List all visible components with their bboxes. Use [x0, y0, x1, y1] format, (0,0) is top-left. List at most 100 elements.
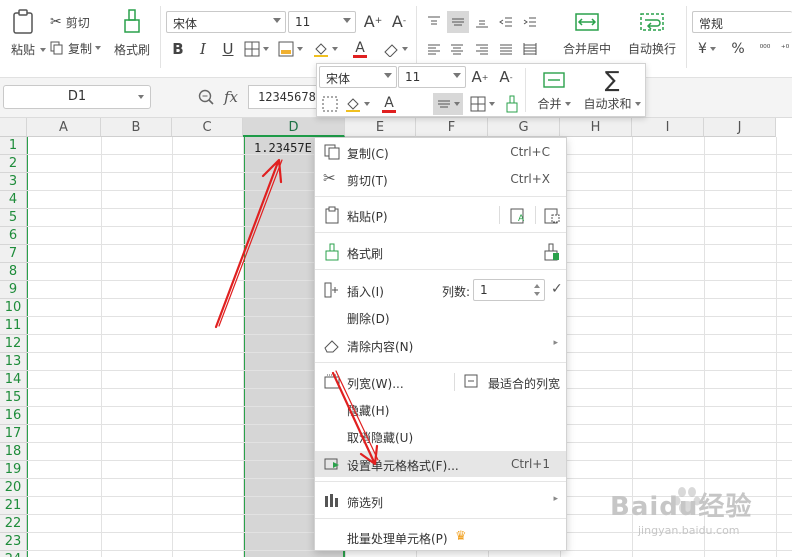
row-header-18[interactable]: 18: [0, 443, 27, 461]
row-header-3[interactable]: 3: [0, 173, 27, 191]
row-header-9[interactable]: 9: [0, 281, 27, 299]
menu-item-cut[interactable]: ✂ 剪切(T) Ctrl+X: [315, 166, 566, 192]
merge-center-button[interactable]: 合并居中: [552, 8, 622, 60]
outdent-icon[interactable]: [496, 11, 516, 33]
mini-decrease-font-icon[interactable]: A-: [495, 66, 517, 88]
row-header-15[interactable]: 15: [0, 389, 27, 407]
menu-item-delete[interactable]: 删除(D): [315, 304, 566, 330]
align-bottom-icon[interactable]: [472, 11, 492, 33]
fill-color-icon[interactable]: [310, 38, 340, 60]
column-count-stepper[interactable]: 1: [473, 279, 545, 301]
mini-fill-color-icon[interactable]: [343, 93, 371, 115]
row-header-8[interactable]: 8: [0, 263, 27, 281]
column-header-b[interactable]: B: [101, 118, 172, 137]
menu-item-filter[interactable]: 筛选列 ▸: [315, 488, 566, 514]
confirm-check-icon[interactable]: ✓: [551, 281, 563, 297]
row-header-2[interactable]: 2: [0, 155, 27, 173]
underline-button[interactable]: U: [218, 38, 238, 60]
column-header-i[interactable]: I: [632, 118, 704, 137]
column-header-d[interactable]: D: [243, 118, 345, 137]
row-header-11[interactable]: 11: [0, 317, 27, 335]
column-header-j[interactable]: J: [704, 118, 776, 137]
justify-icon[interactable]: [496, 38, 516, 60]
fx-icon[interactable]: fx: [220, 87, 242, 107]
mini-merge-button[interactable]: 合并: [531, 67, 577, 115]
align-middle-icon[interactable]: [447, 11, 469, 33]
row-header-12[interactable]: 12: [0, 335, 27, 353]
mini-border-icon[interactable]: [319, 93, 341, 115]
row-header-13[interactable]: 13: [0, 353, 27, 371]
row-header-23[interactable]: 23: [0, 533, 27, 551]
column-header-h[interactable]: H: [560, 118, 632, 137]
row-header-21[interactable]: 21: [0, 497, 27, 515]
row-header-4[interactable]: 4: [0, 191, 27, 209]
row-header-1[interactable]: 1: [0, 137, 27, 155]
align-center-icon[interactable]: [447, 38, 467, 60]
column-header-e[interactable]: E: [345, 118, 416, 137]
thousands-icon[interactable]: ⁰⁰⁰: [754, 38, 776, 60]
percent-button[interactable]: %: [728, 38, 748, 60]
row-header-6[interactable]: 6: [0, 227, 27, 245]
row-header-22[interactable]: 22: [0, 515, 27, 533]
paste-values-icon[interactable]: A: [509, 206, 527, 224]
mini-autosum-button[interactable]: ∑ 自动求和: [579, 67, 645, 115]
row-header-14[interactable]: 14: [0, 371, 27, 389]
align-top-icon[interactable]: [424, 11, 444, 33]
column-header-a[interactable]: A: [27, 118, 101, 137]
wrap-text-button[interactable]: 自动换行: [624, 8, 680, 60]
paste-special-icon[interactable]: [543, 206, 561, 224]
menu-item-clear[interactable]: 清除内容(N) ▸: [315, 332, 566, 358]
menu-item-hide[interactable]: 隐藏(H): [315, 396, 566, 422]
column-header-c[interactable]: C: [172, 118, 243, 137]
align-left-icon[interactable]: [424, 38, 444, 60]
row-header-10[interactable]: 10: [0, 299, 27, 317]
row-header-20[interactable]: 20: [0, 479, 27, 497]
format-painter-button[interactable]: 格式刷: [110, 8, 154, 58]
row-header-24[interactable]: 24: [0, 551, 27, 557]
name-box[interactable]: D1: [3, 85, 151, 109]
format-painter-multi-icon[interactable]: [543, 243, 561, 261]
italic-button[interactable]: I: [193, 38, 213, 60]
menu-item-paste[interactable]: 粘贴(P) A: [315, 202, 566, 228]
border-icon[interactable]: [242, 38, 270, 60]
mini-increase-font-icon[interactable]: A +: [469, 66, 491, 88]
mini-font-size-select[interactable]: 11: [398, 66, 466, 88]
row-header-16[interactable]: 16: [0, 407, 27, 425]
bold-button[interactable]: B: [168, 38, 188, 60]
menu-item-batch[interactable]: 批量处理单元格(P) ♛: [315, 524, 566, 550]
select-all-corner[interactable]: [0, 118, 27, 137]
column-header-f[interactable]: F: [416, 118, 488, 137]
font-color-icon[interactable]: A: [346, 38, 374, 60]
menu-item-format-painter[interactable]: 格式刷: [315, 239, 566, 265]
mini-font-name-select[interactable]: 宋体: [319, 66, 397, 88]
decimal-icon[interactable]: ⁺⁰: [778, 38, 792, 60]
font-size-select[interactable]: 11: [288, 11, 356, 33]
cut-button[interactable]: ✂ 剪切: [50, 12, 90, 32]
paste-button[interactable]: 粘贴: [4, 8, 46, 58]
increase-font-icon[interactable]: A +: [362, 10, 384, 32]
align-right-icon[interactable]: [472, 38, 492, 60]
menu-item-best-fit[interactable]: 最适合的列宽: [488, 375, 560, 392]
menu-item-insert[interactable]: 插入(I) 列数: 1 ✓: [315, 277, 566, 303]
clear-format-icon[interactable]: [380, 38, 410, 60]
copy-button[interactable]: 复制: [50, 38, 102, 58]
menu-item-copy[interactable]: 复制(C) Ctrl+C: [315, 139, 566, 165]
cell-style-icon[interactable]: [276, 38, 304, 60]
mini-align-middle-icon[interactable]: [433, 93, 463, 115]
decrease-font-icon[interactable]: A-: [388, 10, 410, 32]
font-name-select[interactable]: 宋体: [166, 11, 286, 33]
indent-icon[interactable]: [520, 11, 540, 33]
currency-button[interactable]: ¥: [694, 38, 720, 60]
mini-font-color-icon[interactable]: A: [375, 93, 403, 115]
mini-format-painter-icon[interactable]: [501, 93, 523, 115]
distribute-icon[interactable]: [520, 38, 540, 60]
row-header-17[interactable]: 17: [0, 425, 27, 443]
cell-d1[interactable]: 1.23457E: [254, 141, 312, 155]
menu-item-unhide[interactable]: 取消隐藏(U): [315, 423, 566, 449]
menu-item-column-width[interactable]: 列宽(W)... 最适合的列宽: [315, 369, 566, 395]
menu-item-format-cells[interactable]: 设置单元格格式(F)... Ctrl+1: [315, 451, 566, 477]
column-header-g[interactable]: G: [488, 118, 560, 137]
row-header-7[interactable]: 7: [0, 245, 27, 263]
number-format-select[interactable]: 常规: [692, 11, 792, 33]
row-header-5[interactable]: 5: [0, 209, 27, 227]
